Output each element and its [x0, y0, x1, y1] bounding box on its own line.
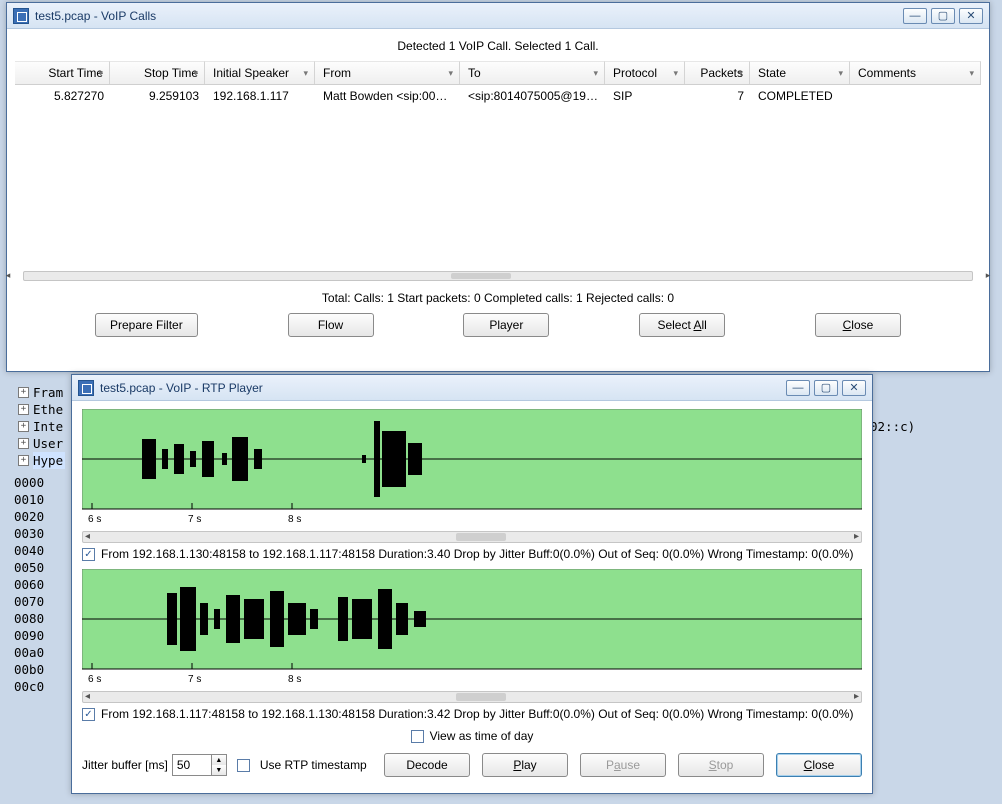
- stream-1-info: From 192.168.1.130:48158 to 192.168.1.11…: [101, 547, 853, 561]
- stream-2-info: From 192.168.1.117:48158 to 192.168.1.13…: [101, 707, 853, 721]
- svg-text:6 s: 6 s: [88, 674, 101, 685]
- minimize-icon[interactable]: —: [903, 8, 927, 24]
- packet-tree-tail: 02::c): [870, 419, 915, 434]
- select-all-button[interactable]: Select All: [639, 313, 725, 337]
- scroll-right-icon[interactable]: ▸: [983, 269, 993, 281]
- col-from[interactable]: From▾: [315, 61, 460, 84]
- decode-button[interactable]: Decode: [384, 753, 470, 777]
- cell-comments: [850, 85, 981, 107]
- stream-1-checkbox[interactable]: [82, 548, 95, 561]
- expand-icon[interactable]: +: [18, 387, 29, 398]
- expand-icon[interactable]: +: [18, 455, 29, 466]
- stop-button: Stop: [678, 753, 764, 777]
- spinner-up-icon[interactable]: ▲: [212, 755, 226, 765]
- stream-1-scrollbar[interactable]: [82, 531, 862, 543]
- cell-to: <sip:8014075005@192.168: [460, 85, 605, 107]
- stream-2-checkbox[interactable]: [82, 708, 95, 721]
- cell-speaker: 192.168.1.117: [205, 85, 315, 107]
- view-as-tod-label: View as time of day: [430, 729, 534, 743]
- cell-state: COMPLETED: [750, 85, 850, 107]
- flow-button[interactable]: Flow: [288, 313, 374, 337]
- col-initial-speaker[interactable]: Initial Speaker▾: [205, 61, 315, 84]
- waveform-1[interactable]: 6 s 7 s 8 s: [82, 409, 862, 529]
- voip-calls-window: test5.pcap - VoIP Calls — ▢ ✕ Detected 1…: [6, 2, 990, 372]
- jitter-buffer-label: Jitter buffer [ms]: [82, 758, 168, 772]
- minimize-icon[interactable]: —: [786, 380, 810, 396]
- calls-table: Start Time▾ Stop Time▾ Initial Speaker▾ …: [15, 61, 981, 265]
- cell-proto: SIP: [605, 85, 685, 107]
- maximize-icon[interactable]: ▢: [931, 8, 955, 24]
- maximize-icon[interactable]: ▢: [814, 380, 838, 396]
- stream-2-scrollbar[interactable]: [82, 691, 862, 703]
- hex-offsets: 000000100020 003000400050 006000700080 0…: [14, 474, 44, 695]
- calls-table-header[interactable]: Start Time▾ Stop Time▾ Initial Speaker▾ …: [15, 61, 981, 85]
- waveform-2[interactable]: 6 s 7 s 8 s: [82, 569, 862, 689]
- packet-tree-fragment: +Fram +Ethe +Inte +User +Hype: [18, 384, 65, 469]
- rtp-stream-2: 6 s 7 s 8 s From 192.168.1.117:48158 to …: [82, 569, 862, 721]
- prepare-filter-button[interactable]: Prepare Filter: [95, 313, 198, 337]
- jitter-buffer-input[interactable]: [173, 755, 211, 775]
- close-button[interactable]: Close: [815, 313, 901, 337]
- rtp-titlebar[interactable]: test5.pcap - VoIP - RTP Player — ▢ ✕: [72, 375, 872, 401]
- cell-packets: 7: [685, 85, 750, 107]
- col-protocol[interactable]: Protocol▾: [605, 61, 685, 84]
- close-icon[interactable]: ✕: [959, 8, 983, 24]
- spinner-down-icon[interactable]: ▼: [212, 765, 226, 775]
- close-icon[interactable]: ✕: [842, 380, 866, 396]
- cell-from: Matt Bowden <sip:000000: [315, 85, 460, 107]
- cell-start: 5.827270: [15, 85, 110, 107]
- col-state[interactable]: State▾: [750, 61, 850, 84]
- use-rtp-timestamp-checkbox[interactable]: [237, 759, 250, 772]
- svg-text:7 s: 7 s: [188, 514, 201, 525]
- svg-text:8 s: 8 s: [288, 674, 301, 685]
- jitter-buffer-spinner[interactable]: ▲ ▼: [172, 754, 227, 776]
- col-start-time[interactable]: Start Time▾: [15, 61, 110, 84]
- expand-icon[interactable]: +: [18, 438, 29, 449]
- horizontal-scrollbar[interactable]: [23, 271, 973, 281]
- use-rtp-timestamp-label: Use RTP timestamp: [260, 758, 367, 772]
- app-icon: [78, 380, 94, 396]
- col-packets[interactable]: Packets▾: [685, 61, 750, 84]
- rtp-close-button[interactable]: Close: [776, 753, 862, 777]
- svg-text:7 s: 7 s: [188, 674, 201, 685]
- col-to[interactable]: To▾: [460, 61, 605, 84]
- col-comments[interactable]: Comments▾: [850, 61, 981, 84]
- svg-text:8 s: 8 s: [288, 514, 301, 525]
- totals-line: Total: Calls: 1 Start packets: 0 Complet…: [15, 291, 981, 305]
- detected-line: Detected 1 VoIP Call. Selected 1 Call.: [15, 39, 981, 53]
- cell-stop: 9.259103: [110, 85, 205, 107]
- pause-button: Pause: [580, 753, 666, 777]
- rtp-title: test5.pcap - VoIP - RTP Player: [100, 381, 780, 395]
- app-icon: [13, 8, 29, 24]
- col-stop-time[interactable]: Stop Time▾: [110, 61, 205, 84]
- player-button[interactable]: Player: [463, 313, 549, 337]
- view-as-tod-checkbox[interactable]: [411, 730, 424, 743]
- play-button[interactable]: Play: [482, 753, 568, 777]
- voip-calls-titlebar[interactable]: test5.pcap - VoIP Calls — ▢ ✕: [7, 3, 989, 29]
- expand-icon[interactable]: +: [18, 421, 29, 432]
- expand-icon[interactable]: +: [18, 404, 29, 415]
- rtp-stream-1: 6 s 7 s 8 s From 192.168.1.130:48158 to …: [82, 409, 862, 561]
- voip-calls-title: test5.pcap - VoIP Calls: [35, 9, 897, 23]
- rtp-player-window: test5.pcap - VoIP - RTP Player — ▢ ✕: [71, 374, 873, 794]
- table-row[interactable]: 5.827270 9.259103 192.168.1.117 Matt Bow…: [15, 85, 981, 107]
- scroll-left-icon[interactable]: ◂: [3, 269, 13, 281]
- axis-tick: 6 s: [88, 514, 101, 525]
